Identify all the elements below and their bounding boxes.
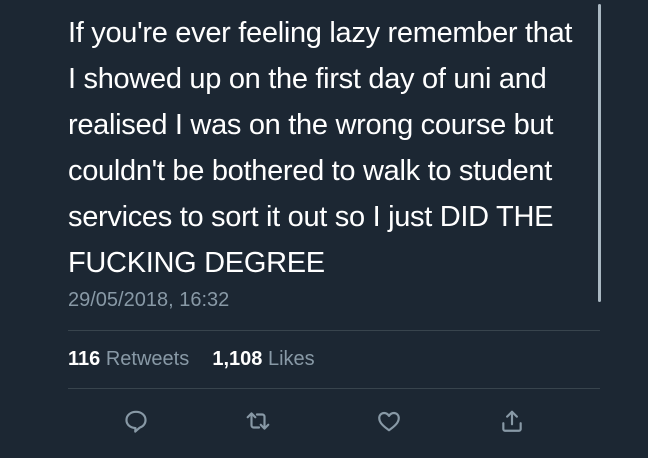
likes-stat[interactable]: 1,108 Likes	[212, 348, 314, 370]
divider	[68, 330, 600, 331]
reply-icon	[125, 410, 147, 433]
share-icon	[502, 410, 522, 432]
scrollbar[interactable]	[598, 4, 601, 302]
tweet-text-line: FUCKING DEGREE	[68, 247, 325, 279]
tweet-timestamp: 29/05/2018, 16:32	[68, 289, 230, 311]
like-icon	[378, 411, 400, 432]
tweet-text-line: couldn't be bothered to walk to student	[68, 155, 552, 187]
tweet-text-line: I showed up on the first day of uni and	[68, 63, 547, 95]
retweets-count: 116	[68, 348, 101, 370]
tweet-detail: If you're ever feeling lazy remember tha…	[0, 0, 648, 458]
retweets-label: Retweets	[105, 348, 190, 370]
tweet-text: If you're ever feeling lazy remember tha…	[68, 10, 588, 286]
likes-label: Likes	[267, 348, 315, 370]
reply-button[interactable]	[118, 403, 154, 439]
tweet-text-line: realised I was on the wrong course but	[68, 109, 554, 141]
tweet-text-line: If you're ever feeling lazy remember tha…	[68, 17, 573, 49]
divider	[68, 388, 600, 389]
retweet-button[interactable]	[240, 403, 276, 439]
likes-count: 1,108	[212, 348, 263, 370]
engagement-stats: 116 Retweets 1,108 Likes	[68, 344, 315, 374]
share-button[interactable]	[494, 403, 530, 439]
like-button[interactable]	[371, 403, 407, 439]
retweet-icon	[246, 412, 270, 430]
tweet-text-line: services to sort it out so I just DID TH…	[68, 201, 554, 233]
retweets-stat[interactable]: 116 Retweets	[68, 348, 195, 370]
